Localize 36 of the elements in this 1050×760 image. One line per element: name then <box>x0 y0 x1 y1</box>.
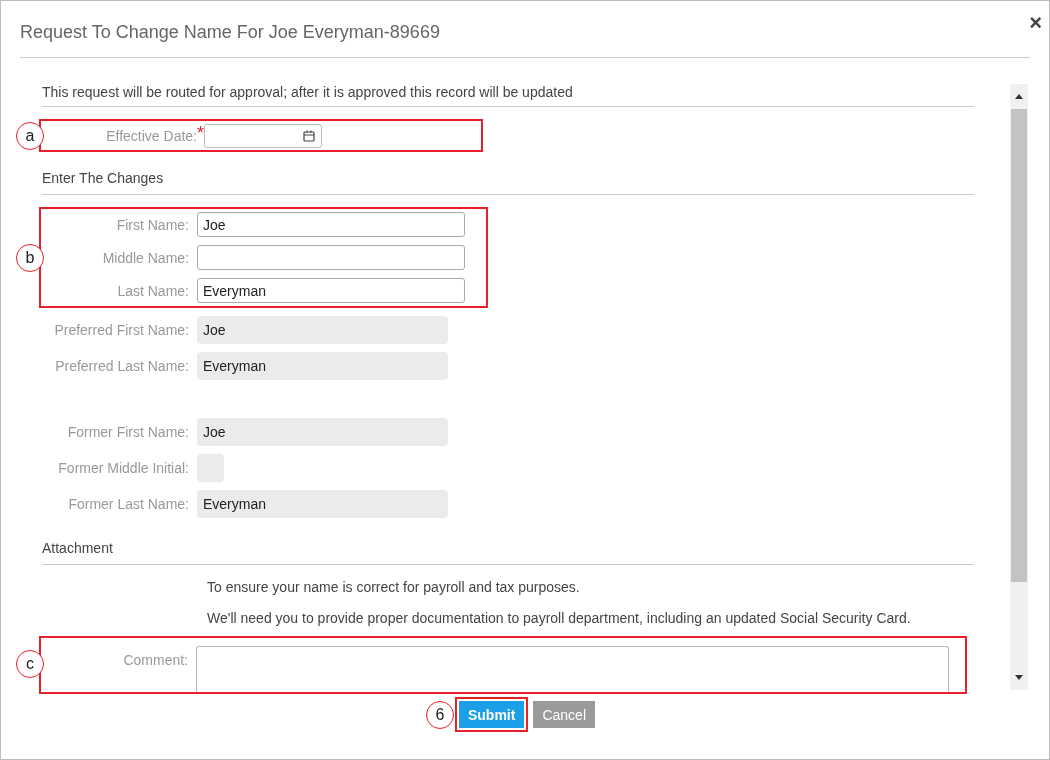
note-text: We'll need you to provide proper documentation to payroll department, including an updated Social Security Card. <box>207 609 912 626</box>
text-field[interactable]: Everyman <box>197 278 465 304</box>
field-label: Last Name: <box>116 282 190 299</box>
date-field[interactable] <box>204 123 322 148</box>
field-label: Former First Name: <box>66 424 190 441</box>
intro-text: This request will be routed for approval; after it is approved this record will be updated <box>42 84 974 107</box>
required-mark: * <box>197 122 204 144</box>
readonly-field: Everyman <box>197 352 448 381</box>
field-label: Middle Name: <box>101 249 190 266</box>
scroll-down-icon[interactable] <box>1015 675 1023 680</box>
annotation-marker: a <box>16 121 44 150</box>
readonly-field: Everyman <box>197 490 448 519</box>
field-label: Preferred First Name: <box>53 322 190 339</box>
text-field[interactable] <box>197 245 465 271</box>
field-label: Preferred Last Name: <box>54 358 190 375</box>
scrollbar-thumb[interactable] <box>1011 109 1027 582</box>
field-label: Effective Date: <box>105 127 197 144</box>
annotation-marker: b <box>16 243 44 272</box>
comment-field[interactable] <box>196 646 949 692</box>
annotation-marker: 6 <box>425 700 454 729</box>
field-label: Comment: <box>122 651 189 668</box>
scroll-up-icon[interactable] <box>1015 94 1023 99</box>
dialog-title: Request To Change Name For Joe Everyman-89669 <box>20 21 440 43</box>
field-label: Former Middle Initial: <box>57 460 190 477</box>
note-text: To ensure your name is correct for payroll and tax purposes. <box>207 579 581 596</box>
text-field[interactable]: Joe <box>197 212 465 238</box>
field-label: Former Last Name: <box>67 496 190 513</box>
section-heading: Attachment <box>42 540 974 566</box>
scrollbar[interactable] <box>1010 84 1028 690</box>
readonly-field: Joe <box>197 316 448 345</box>
field-label: First Name: <box>115 216 190 233</box>
calendar-icon[interactable] <box>303 129 315 142</box>
section-heading: Enter The Changes <box>42 170 974 196</box>
readonly-field: Joe <box>197 418 448 447</box>
close-button[interactable]: × <box>1029 10 1042 36</box>
annotation-marker: c <box>16 650 44 678</box>
